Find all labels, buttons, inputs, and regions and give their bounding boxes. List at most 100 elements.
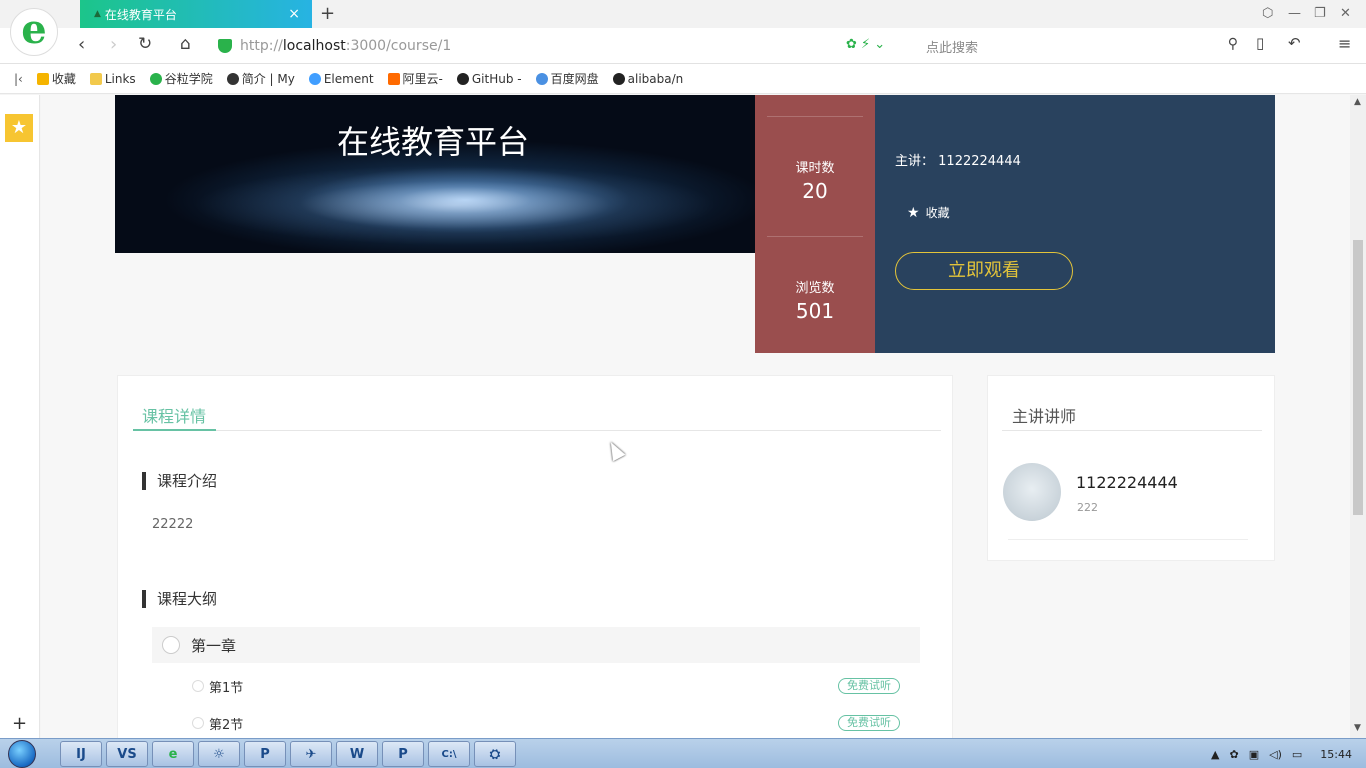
back-button[interactable]: ‹ xyxy=(78,34,85,55)
folder-icon xyxy=(89,72,102,85)
bookmark-github[interactable]: GitHub - xyxy=(456,72,522,86)
chapter-row[interactable]: 第一章 xyxy=(152,627,920,663)
course-info-panel: 主讲： 1122224444 ★ 收藏 立即观看 xyxy=(875,95,1275,353)
course-stats-panel: 课时数 20 浏览数 501 xyxy=(755,95,875,353)
url-host: localhost xyxy=(282,38,346,54)
page-icon xyxy=(226,72,239,85)
course-teacher: 主讲： 1122224444 xyxy=(895,150,1021,169)
search-box[interactable]: 点此搜索 ⚲ xyxy=(918,33,1242,59)
intro-text: 22222 xyxy=(152,517,194,532)
teacher-card-divider xyxy=(1008,539,1248,540)
teacher-card: 主讲讲师 1122224444 222 xyxy=(987,375,1275,561)
lesson-row[interactable]: 第2节 免费试听 xyxy=(192,713,900,733)
url-prefix: http:// xyxy=(240,38,283,54)
bookmarks-bar: |‹ 收藏 Links 谷粒学院 简介 | My Element 阿里云- Gi… xyxy=(0,64,1366,94)
page-scrollbar[interactable]: ▲ ▼ xyxy=(1350,95,1366,738)
bookmark-favorites[interactable]: 收藏 xyxy=(36,70,76,87)
reload-button[interactable]: ↻ xyxy=(138,34,152,54)
taskbar-app[interactable]: W xyxy=(336,741,378,767)
menu-icon[interactable]: ≡ xyxy=(1338,34,1351,53)
new-tab-button[interactable]: + xyxy=(320,3,335,24)
cloud-icon xyxy=(535,72,548,85)
scroll-up-icon[interactable]: ▲ xyxy=(1354,97,1361,107)
star-icon: ★ xyxy=(907,204,920,221)
teacher-name: 1122224444 xyxy=(938,154,1021,169)
free-trial-badge[interactable]: 免费试听 xyxy=(838,715,900,731)
bookmark-alibaba[interactable]: alibaba/n xyxy=(612,72,683,86)
browser-tabbar: ▲ 在线教育平台 × + ⬡ — ❐ ✕ xyxy=(0,0,1366,28)
tray-display-icon[interactable]: ▭ xyxy=(1292,748,1302,761)
scrollbar-thumb[interactable] xyxy=(1353,240,1363,515)
tab-course-detail[interactable]: 课程详情 xyxy=(133,398,217,431)
undo-close-icon[interactable]: ↶ xyxy=(1288,34,1301,52)
teacher-card-name[interactable]: 1122224444 xyxy=(1076,473,1178,492)
add-panel-button[interactable]: + xyxy=(12,713,27,734)
guli-icon xyxy=(149,72,162,85)
bookmark-baidu-pan[interactable]: 百度网盘 xyxy=(535,70,599,87)
chapter-title: 第一章 xyxy=(191,636,237,655)
taskbar-app[interactable]: VS xyxy=(106,741,148,767)
browser-navbar: ‹ › ↻ ⌂ http://localhost:3000/course/1 ✿… xyxy=(0,28,1366,64)
forward-button[interactable]: › xyxy=(110,34,117,55)
lesson-dot-icon xyxy=(192,680,204,692)
close-window-button[interactable]: ✕ xyxy=(1340,6,1351,21)
teacher-avatar[interactable] xyxy=(1003,463,1061,521)
lesson-dot-icon xyxy=(192,717,204,729)
skin-icon[interactable]: ⬡ xyxy=(1262,6,1273,21)
course-cover: 在线教育平台 xyxy=(115,95,755,253)
lesson-row[interactable]: 第1节 免费试听 xyxy=(192,676,900,696)
lessons-count: 20 xyxy=(802,179,828,203)
start-button[interactable] xyxy=(8,740,36,768)
tab-active[interactable]: ▲ 在线教育平台 × xyxy=(80,0,312,28)
speed-mode-icon[interactable]: ✿ ⚡ ⌄ xyxy=(846,37,885,52)
element-icon xyxy=(308,72,321,85)
bookmark-links[interactable]: Links xyxy=(89,72,136,86)
security-shield-icon xyxy=(218,39,232,53)
bookmark-element[interactable]: Element xyxy=(308,72,374,86)
taskbar-app[interactable]: P xyxy=(382,741,424,767)
collapse-sidebar-icon[interactable]: |‹ xyxy=(14,72,23,86)
tray-app-icon[interactable]: ✿ xyxy=(1230,748,1239,761)
bookmark-intro[interactable]: 简介 | My xyxy=(226,70,295,87)
taskbar-app[interactable]: C:\ xyxy=(428,741,470,767)
taskbar-app[interactable]: P xyxy=(244,741,286,767)
lesson-title: 第2节 xyxy=(209,717,244,733)
github-icon xyxy=(612,72,625,85)
taskbar-app[interactable]: ⛭ xyxy=(474,741,516,767)
mobile-icon[interactable]: ▯ xyxy=(1256,34,1264,52)
tray-volume-icon[interactable]: ◁) xyxy=(1269,748,1282,761)
stats-divider xyxy=(767,116,863,117)
system-tray: ▲ ✿ ▣ ◁) ▭ 15:44 xyxy=(1201,739,1366,768)
clock[interactable]: 15:44 xyxy=(1320,748,1352,761)
site-favicon-icon: ▲ xyxy=(94,9,101,19)
cover-galaxy-glow xyxy=(115,165,755,253)
taskbar-app[interactable]: ✈ xyxy=(290,741,332,767)
restore-button[interactable]: ❐ xyxy=(1314,6,1326,21)
favorites-star-icon[interactable]: ★ xyxy=(5,114,33,142)
tray-network-icon[interactable]: ▣ xyxy=(1249,748,1259,761)
scroll-down-icon[interactable]: ▼ xyxy=(1354,723,1361,733)
favorite-button[interactable]: ★ 收藏 xyxy=(907,204,950,221)
bookmark-aliyun[interactable]: 阿里云- xyxy=(387,70,443,87)
intro-section-title: 课程介绍 xyxy=(142,472,217,490)
browser-logo[interactable]: e xyxy=(10,8,58,56)
teacher-label: 主讲： xyxy=(895,154,935,169)
taskbar-app[interactable]: IJ xyxy=(60,741,102,767)
taskbar-app[interactable]: e xyxy=(152,741,194,767)
watch-now-button[interactable]: 立即观看 xyxy=(895,252,1073,290)
free-trial-badge[interactable]: 免费试听 xyxy=(838,678,900,694)
bookmark-guli[interactable]: 谷粒学院 xyxy=(149,70,213,87)
tray-expand-icon[interactable]: ▲ xyxy=(1211,748,1219,761)
close-tab-icon[interactable]: × xyxy=(288,6,300,22)
search-placeholder: 点此搜索 xyxy=(926,40,979,56)
search-icon[interactable]: ⚲ xyxy=(1228,36,1238,52)
windows-taskbar: IJ VS e ☼ P ✈ W P C:\ ⛭ ▲ ✿ ▣ ◁) ▭ 15:44 xyxy=(0,738,1366,768)
favorite-label: 收藏 xyxy=(925,206,950,220)
taskbar-app[interactable]: ☼ xyxy=(198,741,240,767)
minimize-button[interactable]: — xyxy=(1288,6,1301,21)
home-button[interactable]: ⌂ xyxy=(180,34,191,54)
chapter-circle-icon xyxy=(162,636,180,654)
course-detail-card: 课程详情 课程介绍 22222 课程大纲 第一章 第1节 免费试听 第2节 免费… xyxy=(117,375,953,738)
browser-logo-icon: e xyxy=(21,6,47,53)
address-bar[interactable]: http://localhost:3000/course/1 xyxy=(218,33,912,59)
